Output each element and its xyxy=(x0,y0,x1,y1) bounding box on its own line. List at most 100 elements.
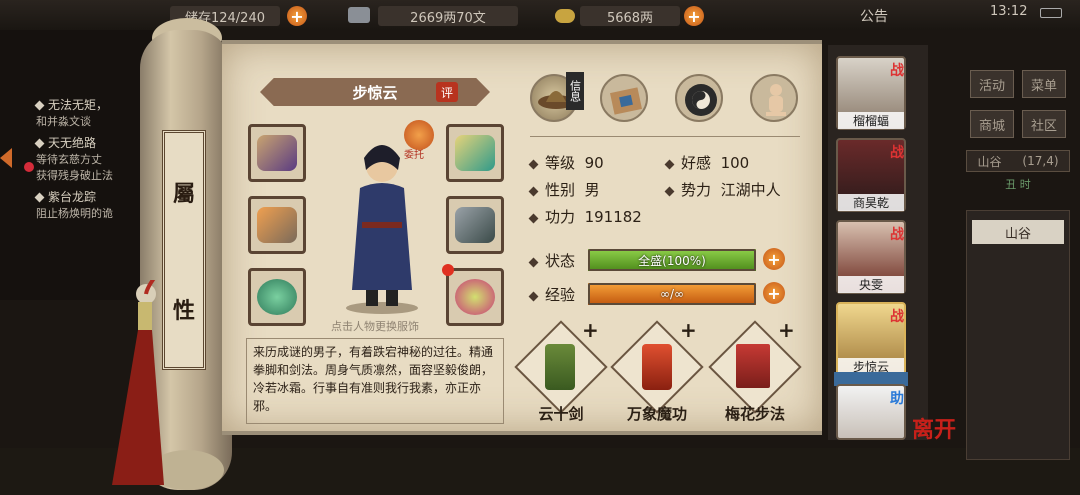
tab-body[interactable] xyxy=(750,74,798,122)
stat-label: 好感 xyxy=(681,154,712,172)
notification-dot-icon xyxy=(442,264,454,276)
character-name: 步惊云 xyxy=(352,83,398,102)
stat-label: 状态 xyxy=(545,252,576,270)
stat-value: 男 xyxy=(584,181,600,199)
party-member-tag: 战 xyxy=(890,63,904,79)
scroll-skill-icon xyxy=(545,344,575,390)
leave-button[interactable]: 离开 xyxy=(912,412,956,444)
announcement-button[interactable]: 公告 xyxy=(860,6,888,26)
restore-state-button[interactable]: + xyxy=(763,248,785,270)
party-member[interactable]: 助 xyxy=(836,384,906,440)
equip-slot-armor[interactable] xyxy=(446,196,504,254)
party-member[interactable]: 央雯 战 xyxy=(836,220,906,294)
diamond-icon xyxy=(34,100,45,111)
party-member-tag: 战 xyxy=(890,227,904,243)
state-label-row: 状态 xyxy=(528,250,576,271)
party-member[interactable]: 榴榴蝠 战 xyxy=(836,56,906,130)
book-skill-icon xyxy=(736,344,770,388)
party-member-tag: 助 xyxy=(890,391,904,407)
tab-meridian[interactable] xyxy=(675,74,723,122)
equip-slot-ring[interactable] xyxy=(248,268,306,326)
tab-inventory[interactable] xyxy=(600,74,648,122)
exp-label-row: 经验 xyxy=(528,284,576,305)
party-member-selected[interactable]: 步惊云 战 xyxy=(836,302,906,376)
stat-faction: 势力 江湖中人 xyxy=(664,179,781,200)
quest-item[interactable]: 无法无矩， 和并淼文谈 xyxy=(34,96,109,129)
diamond-icon xyxy=(528,257,539,268)
location-coords: (17,4) xyxy=(1022,154,1059,168)
menu-button[interactable]: 菜单 xyxy=(1022,70,1066,98)
divider xyxy=(530,136,800,137)
diamond-icon xyxy=(664,186,675,197)
stat-value: 江湖中人 xyxy=(720,181,781,199)
gold-display: 5668两 xyxy=(580,6,680,26)
gold-text: 5668两 xyxy=(606,10,654,26)
diamond-icon xyxy=(528,159,539,170)
diamond-icon xyxy=(528,291,539,302)
clock: 13:12 xyxy=(990,4,1028,19)
location-button[interactable]: 山谷 xyxy=(972,220,1064,244)
scroll-skill-icon xyxy=(642,344,672,390)
add-skill-button[interactable]: + xyxy=(680,318,697,342)
state-bar-text: 全盛(100%) xyxy=(588,249,756,271)
party-member-name: 商昊乾 xyxy=(838,194,904,211)
quest-item[interactable]: 紫台龙踪 阻止杨焕明的诡 xyxy=(34,188,113,221)
community-button[interactable]: 社区 xyxy=(1022,110,1066,138)
exp-bar-track: ∞/∞ xyxy=(588,283,756,305)
party-member-tag: 战 xyxy=(890,145,904,161)
body-figure-icon xyxy=(766,84,786,116)
stat-value: 191182 xyxy=(584,208,642,226)
stat-label: 性别 xyxy=(545,181,576,199)
stat-level: 等级 90 xyxy=(528,152,604,173)
rate-button[interactable]: 评 xyxy=(436,82,458,102)
add-exp-button[interactable]: + xyxy=(763,282,785,304)
quest-sub: 获得残身破止法 xyxy=(36,169,113,182)
stat-label: 经验 xyxy=(545,286,576,304)
stat-value: 90 xyxy=(584,154,604,172)
money-icon xyxy=(348,7,370,23)
party-member-name: 央雯 xyxy=(838,276,904,293)
location-name: 山谷 xyxy=(977,154,1002,169)
quest-sub: 和并淼文谈 xyxy=(36,115,91,128)
stat-favor: 好感 100 xyxy=(664,152,750,173)
collapse-arrow-icon[interactable] xyxy=(0,148,12,168)
party-member-name: 榴榴蝠 xyxy=(838,112,904,129)
party-member-tag: 战 xyxy=(890,309,904,325)
add-bag-button[interactable]: + xyxy=(287,6,307,26)
equip-slot-weapon[interactable] xyxy=(248,196,306,254)
character-description: 来历成谜的男子，有着跌宕神秘的过往。精通拳脚和剑法。周身气质凛然，面容坚毅俊朗，… xyxy=(246,338,504,424)
bagua-icon xyxy=(685,84,717,116)
skill-name: 云十剑 xyxy=(538,405,584,423)
ring-icon xyxy=(257,279,297,315)
stat-gender: 性别 男 xyxy=(528,179,600,200)
red-dot-icon xyxy=(24,162,34,172)
sword-icon xyxy=(257,207,297,243)
shop-button[interactable]: 商城 xyxy=(970,110,1014,138)
tassel-decoration xyxy=(112,280,164,485)
stat-label: 功力 xyxy=(545,208,576,226)
add-gold-button[interactable]: + xyxy=(684,6,704,26)
boots-icon xyxy=(257,135,297,171)
activity-button[interactable]: 活动 xyxy=(970,70,1014,98)
stat-value: 100 xyxy=(720,154,750,172)
location-list xyxy=(966,210,1070,460)
quest-panel[interactable]: 无法无矩， 和并淼文谈 天无绝路 等待玄慈方丈 获得残身破止法 紫台龙踪 阻止杨… xyxy=(0,30,160,300)
equip-slot-amulet[interactable] xyxy=(446,268,504,326)
quest-title: 无法无矩， xyxy=(48,98,109,112)
exp-bar-text: ∞/∞ xyxy=(588,283,756,305)
equip-slot-boots[interactable] xyxy=(248,124,306,182)
skill-name: 梅花步法 xyxy=(724,405,785,423)
tab-attributes[interactable]: 屬 性 xyxy=(162,130,206,370)
diamond-icon xyxy=(34,192,45,203)
character-portrait[interactable] xyxy=(332,140,432,315)
diamond-icon xyxy=(34,138,45,149)
party-member[interactable]: 商昊乾 战 xyxy=(836,138,906,212)
quest-item[interactable]: 天无绝路 等待玄慈方丈 获得残身破止法 xyxy=(34,134,113,183)
stat-label: 等级 xyxy=(545,154,576,172)
money-display: 2669两70文 xyxy=(378,6,518,26)
add-skill-button[interactable]: + xyxy=(778,318,795,342)
armor-icon xyxy=(455,207,495,243)
tab-attributes-char: 性 xyxy=(172,297,195,324)
add-skill-button[interactable]: + xyxy=(582,318,599,342)
equip-slot-helmet[interactable] xyxy=(446,124,504,182)
